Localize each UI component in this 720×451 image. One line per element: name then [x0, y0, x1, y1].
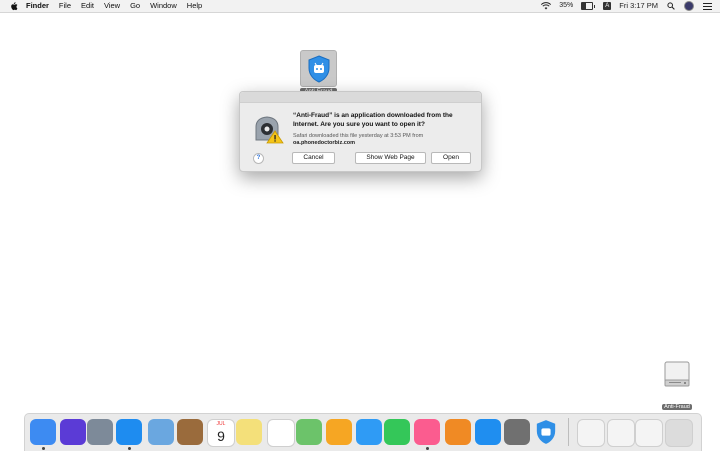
mail-icon[interactable]: [148, 419, 174, 445]
screenshot-file-2-icon[interactable]: [635, 419, 663, 447]
app-store-icon[interactable]: [475, 419, 501, 445]
help-button[interactable]: ?: [253, 153, 264, 164]
spotlight-search-icon[interactable]: [666, 2, 676, 11]
menu-edit[interactable]: Edit: [81, 0, 94, 12]
dialog-info-text: Safari downloaded this file yesterday at…: [293, 133, 424, 139]
messages-icon[interactable]: [356, 419, 382, 445]
dialog-title-bar: [240, 92, 481, 103]
menu-help[interactable]: Help: [187, 0, 202, 12]
launchpad-icon[interactable]: [87, 419, 113, 445]
reminders-icon[interactable]: [267, 419, 295, 447]
menu-window[interactable]: Window: [150, 0, 177, 12]
gatekeeper-dialog: “Anti-Fraud” is an application downloade…: [239, 91, 482, 172]
facetime-icon[interactable]: [384, 419, 410, 445]
calendar-month: JUL: [216, 421, 226, 427]
dialog-source-domain: oa.phonedoctorbiz.com: [293, 140, 356, 146]
finder-icon[interactable]: [30, 419, 56, 445]
books-icon[interactable]: [445, 419, 471, 445]
wifi-icon[interactable]: [541, 2, 552, 11]
notes-icon[interactable]: [236, 419, 262, 445]
dock: JUL 9: [24, 413, 702, 451]
safari-icon[interactable]: [116, 419, 142, 445]
calendar-icon[interactable]: JUL 9: [207, 419, 235, 447]
photos-icon[interactable]: [326, 419, 352, 445]
anti-fraud-icon[interactable]: [533, 419, 559, 445]
menu-go[interactable]: Go: [130, 0, 140, 12]
gatekeeper-warning-icon: [253, 113, 285, 145]
open-button[interactable]: Open: [431, 152, 471, 164]
document-icon[interactable]: [577, 419, 605, 447]
menu-view[interactable]: View: [104, 0, 120, 12]
desktop-file-anti-fraud[interactable]: Anti-Fraud: [300, 50, 337, 92]
screenshot-file-icon[interactable]: [607, 419, 635, 447]
show-web-page-button[interactable]: Show Web Page: [355, 152, 426, 164]
siri-icon[interactable]: [60, 419, 86, 445]
menu-app-name[interactable]: Finder: [26, 0, 49, 12]
trash-icon[interactable]: [665, 419, 693, 447]
apple-menu-icon[interactable]: [9, 1, 18, 11]
user-avatar-icon[interactable]: [684, 1, 694, 11]
maps-icon[interactable]: [296, 419, 322, 445]
system-preferences-icon[interactable]: [504, 419, 530, 445]
contacts-icon[interactable]: [177, 419, 203, 445]
drive-label: Anti-Fraud: [662, 404, 692, 410]
battery-percent: 35%: [559, 2, 574, 9]
itunes-icon[interactable]: [414, 419, 440, 445]
input-source-icon[interactable]: A: [603, 2, 612, 10]
notification-center-icon[interactable]: [702, 2, 712, 11]
disk-drive-icon: [660, 360, 694, 395]
anti-fraud-shield-icon: [300, 50, 337, 87]
menu-clock[interactable]: Fri 3:17 PM: [619, 0, 658, 12]
calendar-day: 9: [217, 427, 225, 444]
menu-file[interactable]: File: [59, 0, 71, 12]
dialog-title: “Anti-Fraud” is an application downloade…: [293, 112, 453, 128]
menu-bar: Finder File Edit View Go Window Help 35%…: [0, 0, 720, 13]
cancel-button[interactable]: Cancel: [292, 152, 335, 164]
dock-separator: [568, 418, 569, 446]
desktop-drive-anti-fraud[interactable]: Anti-Fraud: [660, 360, 694, 413]
battery-icon[interactable]: [581, 2, 596, 11]
